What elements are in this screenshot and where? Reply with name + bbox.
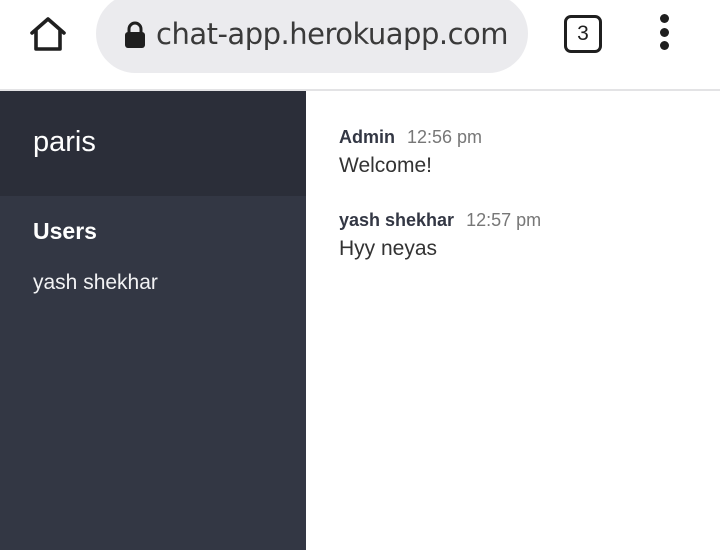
message-text: Welcome! [339,154,432,177]
message: yash shekhar 12:57 pm Hyy neyas [339,209,541,261]
message-time: 12:56 pm [407,127,483,147]
home-icon [30,17,66,51]
message-meta: yash shekhar 12:57 pm [339,209,541,231]
users-heading: Users [33,218,97,244]
message: Admin 12:56 pm Welcome! [339,126,482,178]
browser-toolbar: chat-app.herokuapp.com 3 [0,0,720,91]
message-author: Admin [339,127,395,147]
url-text[interactable]: chat-app.herokuapp.com [156,0,522,73]
chat-sidebar: paris Users yash shekhar [0,91,306,550]
lock-icon [125,21,145,48]
message-meta: Admin 12:56 pm [339,126,482,148]
user-list: yash shekhar [0,271,306,295]
tab-switcher-button[interactable]: 3 [564,15,602,53]
message-author: yash shekhar [339,210,455,230]
message-time: 12:57 pm [466,210,542,230]
room-name: paris [0,91,306,196]
more-menu-button[interactable] [654,14,674,54]
home-button[interactable] [28,14,68,54]
more-vertical-icon [654,14,674,50]
message-text: Hyy neyas [339,237,438,260]
chat-messages: Admin 12:56 pm Welcome! yash shekhar 12:57… [306,91,720,550]
user-list-item: yash shekhar [33,271,158,294]
tab-count: 3 [577,22,589,45]
address-bar[interactable]: chat-app.herokuapp.com [96,0,528,73]
